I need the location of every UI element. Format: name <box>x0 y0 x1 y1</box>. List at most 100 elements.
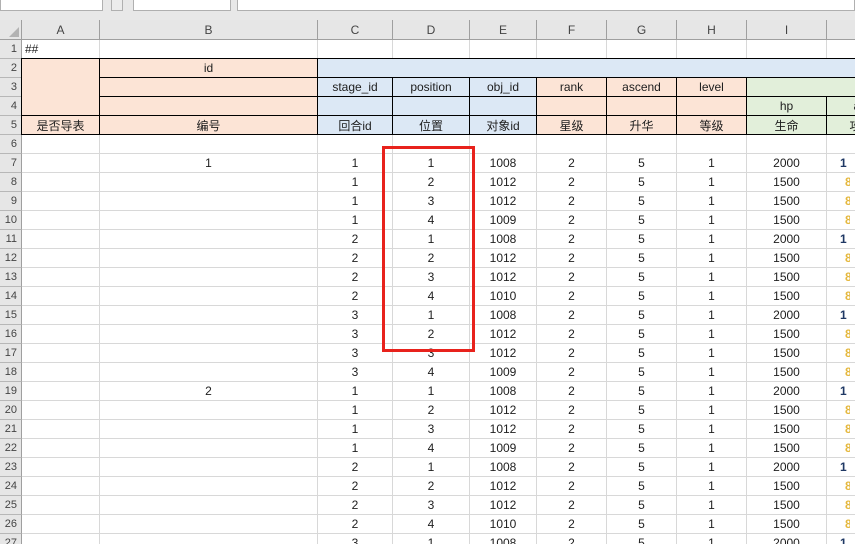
cell-C3[interactable]: stage_id <box>317 77 393 97</box>
column-header-G[interactable]: G <box>607 20 677 40</box>
cell-I23[interactable]: 2000 <box>747 458 827 477</box>
cell-B26[interactable] <box>100 515 318 534</box>
row-header-16[interactable]: 16 <box>0 325 22 344</box>
row-header-7[interactable]: 7 <box>0 154 22 173</box>
cell-F3[interactable]: rank <box>536 77 607 97</box>
cell-B11[interactable] <box>100 230 318 249</box>
cell-G20[interactable]: 5 <box>607 401 677 420</box>
cell-J22[interactable]: 8 <box>827 439 855 458</box>
cell-G24[interactable]: 5 <box>607 477 677 496</box>
cell-D18[interactable]: 4 <box>393 363 470 382</box>
cell-D8[interactable]: 2 <box>393 173 470 192</box>
cell-I4[interactable]: hp <box>746 96 827 116</box>
cell-I26[interactable]: 1500 <box>747 515 827 534</box>
cell-D10[interactable]: 4 <box>393 211 470 230</box>
cell-H24[interactable]: 1 <box>677 477 747 496</box>
cell-C20[interactable]: 1 <box>318 401 393 420</box>
cell-G7[interactable]: 5 <box>607 154 677 173</box>
cell-H12[interactable]: 1 <box>677 249 747 268</box>
cell-B16[interactable] <box>100 325 318 344</box>
cell-B6[interactable] <box>100 135 318 154</box>
cell-A16[interactable] <box>22 325 100 344</box>
cell-I8[interactable]: 1500 <box>747 173 827 192</box>
cell-D6[interactable] <box>393 135 470 154</box>
cell-E18[interactable]: 1009 <box>470 363 537 382</box>
cell-D17[interactable]: 3 <box>393 344 470 363</box>
cell-B18[interactable] <box>100 363 318 382</box>
cell-J1[interactable] <box>827 40 855 59</box>
cell-A26[interactable] <box>22 515 100 534</box>
cell-I14[interactable]: 1500 <box>747 287 827 306</box>
column-header-J[interactable] <box>827 20 855 40</box>
cell-A23[interactable] <box>22 458 100 477</box>
cell-A14[interactable] <box>22 287 100 306</box>
cell-C19[interactable]: 1 <box>318 382 393 401</box>
cell-F11[interactable]: 2 <box>537 230 607 249</box>
cell-H16[interactable]: 1 <box>677 325 747 344</box>
cell-J15-clipped-value[interactable]: 1 <box>827 306 855 325</box>
cell-J6[interactable] <box>827 135 855 154</box>
cell-G9[interactable]: 5 <box>607 192 677 211</box>
cell-H25[interactable]: 1 <box>677 496 747 515</box>
cell-G1[interactable] <box>607 40 677 59</box>
column-header-C[interactable]: C <box>318 20 393 40</box>
cell-J17[interactable]: 8 <box>827 344 855 363</box>
cell-E13[interactable]: 1012 <box>470 268 537 287</box>
cell-A1[interactable]: ## <box>22 40 100 59</box>
cell-J27-clipped-value[interactable]: 1 <box>827 534 855 544</box>
cell-C11[interactable]: 2 <box>318 230 393 249</box>
cell-E20[interactable]: 1012 <box>470 401 537 420</box>
cell-D13[interactable]: 3 <box>393 268 470 287</box>
row-header-26[interactable]: 26 <box>0 515 22 534</box>
cell-D27[interactable]: 1 <box>393 534 470 544</box>
enter-icon[interactable]: ✓ <box>179 0 188 3</box>
cell-J20[interactable]: 8 <box>827 401 855 420</box>
cell-C6[interactable] <box>318 135 393 154</box>
row-header-25[interactable]: 25 <box>0 496 22 515</box>
cell-C9[interactable]: 1 <box>318 192 393 211</box>
cell-E12[interactable]: 1012 <box>470 249 537 268</box>
cell-D3[interactable]: position <box>392 77 470 97</box>
row-header-21[interactable]: 21 <box>0 420 22 439</box>
cell-F15[interactable]: 2 <box>537 306 607 325</box>
cell-B23[interactable] <box>100 458 318 477</box>
cell-J26[interactable]: 8 <box>827 515 855 534</box>
cell-G21[interactable]: 5 <box>607 420 677 439</box>
cell-C27[interactable]: 3 <box>318 534 393 544</box>
cell-E24[interactable]: 1012 <box>470 477 537 496</box>
cell-J12[interactable]: 8 <box>827 249 855 268</box>
cell-B9[interactable] <box>100 192 318 211</box>
cell-A5[interactable]: 是否导表 <box>21 115 100 135</box>
cell-A25[interactable] <box>22 496 100 515</box>
cell-B10[interactable] <box>100 211 318 230</box>
cell-H14[interactable]: 1 <box>677 287 747 306</box>
cell-C7[interactable]: 1 <box>318 154 393 173</box>
cell-F5[interactable]: 星级 <box>536 115 607 135</box>
cell-C24[interactable]: 2 <box>318 477 393 496</box>
column-header-H[interactable]: H <box>677 20 747 40</box>
formula-bar-input[interactable]: 25 <box>237 0 855 11</box>
cell-I5[interactable]: 生命 <box>746 115 827 135</box>
cell-B5[interactable]: 编号 <box>99 115 318 135</box>
cell-H15[interactable]: 1 <box>677 306 747 325</box>
cell-B22[interactable] <box>100 439 318 458</box>
cell-A6[interactable] <box>22 135 100 154</box>
cell-F19[interactable]: 2 <box>537 382 607 401</box>
cell-I18[interactable]: 1500 <box>747 363 827 382</box>
cell-J23-clipped-value[interactable]: 1 <box>827 458 855 477</box>
cell-E22[interactable]: 1009 <box>470 439 537 458</box>
cell-I3-J3-merged[interactable] <box>746 77 855 97</box>
cell-H23[interactable]: 1 <box>677 458 747 477</box>
cell-G16[interactable]: 5 <box>607 325 677 344</box>
cell-I6[interactable] <box>747 135 827 154</box>
cell-E10[interactable]: 1009 <box>470 211 537 230</box>
cell-E8[interactable]: 1012 <box>470 173 537 192</box>
cell-F24[interactable]: 2 <box>537 477 607 496</box>
cell-C18[interactable]: 3 <box>318 363 393 382</box>
cell-D14[interactable]: 4 <box>393 287 470 306</box>
cell-G12[interactable]: 5 <box>607 249 677 268</box>
cell-H18[interactable]: 1 <box>677 363 747 382</box>
cell-B19[interactable]: 2 <box>100 382 318 401</box>
cell-H7[interactable]: 1 <box>677 154 747 173</box>
cell-E19[interactable]: 1008 <box>470 382 537 401</box>
